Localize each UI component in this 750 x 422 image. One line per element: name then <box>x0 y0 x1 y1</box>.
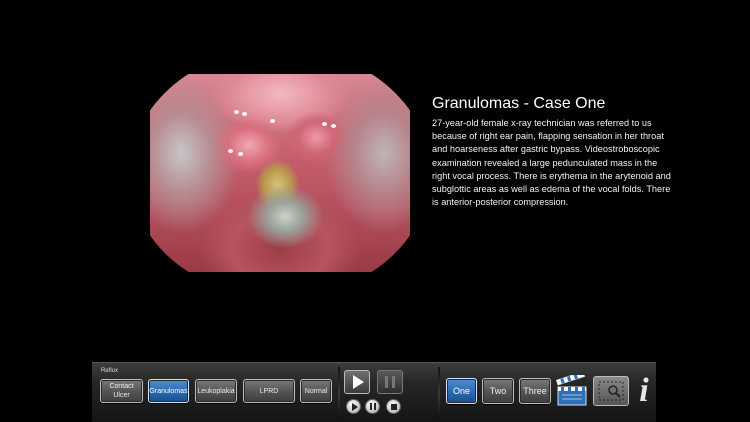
case-two-button[interactable]: Two <box>482 378 514 404</box>
pause-icon <box>369 403 376 410</box>
category-contact-ulcer-button[interactable]: Contact Ulcer <box>100 379 143 403</box>
category-normal-button[interactable]: Normal <box>300 379 332 403</box>
case-three-button[interactable]: Three <box>519 378 551 404</box>
play-icon <box>353 375 364 389</box>
section-label: Reflux <box>101 368 119 374</box>
search-button[interactable] <box>593 376 629 406</box>
specular-highlight <box>322 122 327 126</box>
small-stop-button[interactable] <box>386 399 401 414</box>
small-play-button[interactable] <box>346 399 361 414</box>
clapperboard-icon[interactable] <box>556 375 588 407</box>
case-info-panel: Granulomas - Case One 27-year-old female… <box>432 93 677 209</box>
specular-highlight <box>238 152 243 156</box>
small-pause-button[interactable] <box>365 399 380 414</box>
case-description: 27-year-old female x-ray technician was … <box>432 118 671 208</box>
specular-highlight <box>331 124 336 128</box>
toolbar-divider <box>338 367 340 419</box>
specular-highlight <box>228 149 233 153</box>
pause-button[interactable] <box>377 370 403 394</box>
specular-highlight <box>242 112 247 116</box>
info-icon[interactable]: i <box>634 371 654 411</box>
specular-highlight <box>270 119 275 123</box>
stop-icon <box>390 403 397 410</box>
category-granulomas-button[interactable]: Granulomas <box>148 379 189 403</box>
play-icon <box>351 402 358 411</box>
case-title: Granulomas - Case One <box>432 95 606 112</box>
pause-icon <box>385 376 395 388</box>
category-leukoplakia-button[interactable]: Leukoplakia <box>195 379 237 403</box>
play-button[interactable] <box>344 370 370 394</box>
bottom-toolbar: Reflux Contact Ulcer Granulomas Leukopla… <box>92 362 656 422</box>
case-one-button[interactable]: One <box>446 378 477 404</box>
toolbar-divider <box>438 367 440 419</box>
search-icon <box>598 381 624 401</box>
category-lprd-button[interactable]: LPRD <box>243 379 295 403</box>
video-frame <box>150 74 410 272</box>
specular-highlight <box>234 110 239 114</box>
